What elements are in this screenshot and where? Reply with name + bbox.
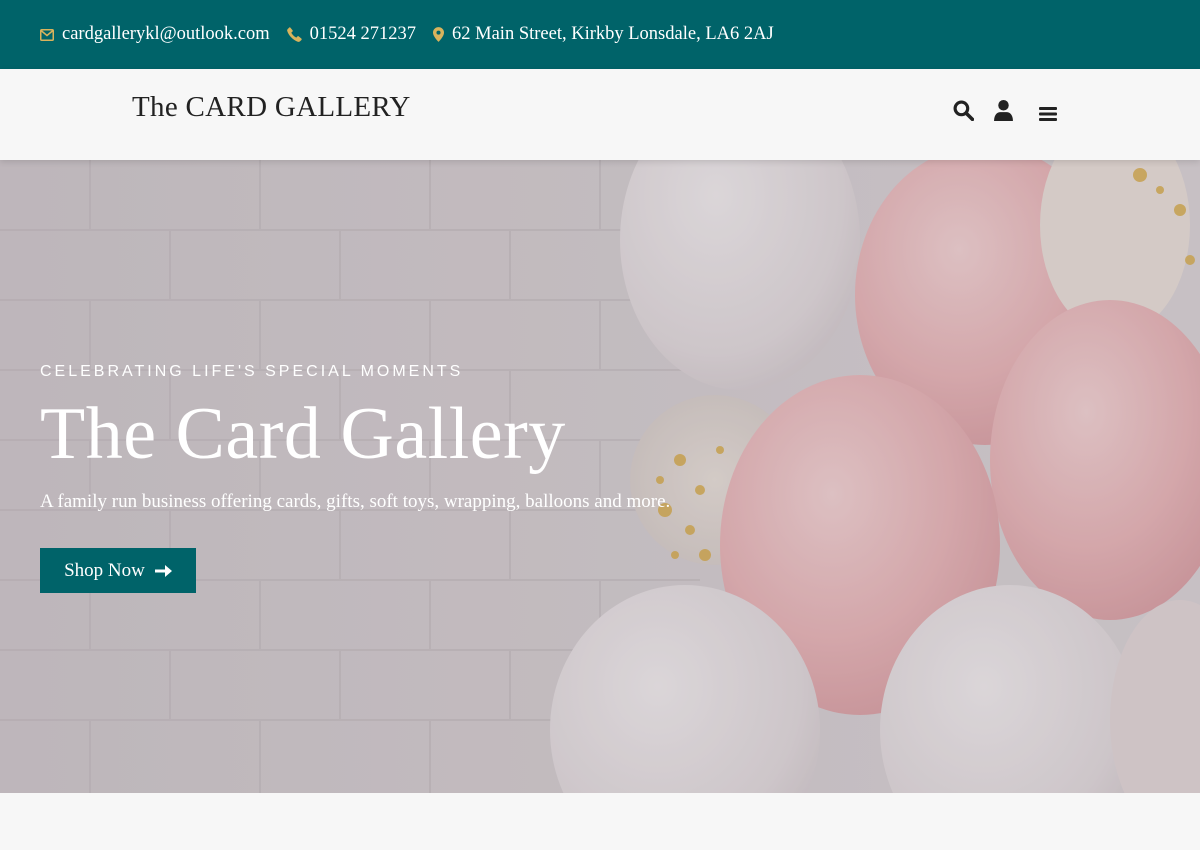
search-button[interactable] (951, 97, 975, 123)
hero-title: The Card Gallery (40, 393, 566, 475)
menu-button[interactable] (1037, 101, 1059, 127)
page-section-below-hero (0, 793, 1200, 850)
contact-phone-text: 01524 271237 (309, 24, 417, 44)
arrow-right-icon (154, 564, 172, 577)
site-header: The CARD GALLERY (0, 69, 1200, 160)
hero-content: CELEBRATING LIFE'S SPECIAL MOMENTS The C… (40, 160, 800, 793)
shop-now-label: Shop Now (64, 559, 145, 581)
hero-banner: CELEBRATING LIFE'S SPECIAL MOMENTS The C… (0, 160, 1200, 793)
map-pin-icon (433, 27, 445, 42)
site-logo[interactable]: The CARD GALLERY (132, 91, 411, 124)
hero-eyebrow: CELEBRATING LIFE'S SPECIAL MOMENTS (40, 363, 464, 380)
search-icon (953, 100, 974, 121)
envelope-icon (40, 28, 54, 41)
shop-now-button[interactable]: Shop Now (40, 548, 196, 593)
contact-address-text: 62 Main Street, Kirkby Lonsdale, LA6 2AJ (452, 24, 774, 44)
contact-email[interactable]: cardgallerykl@outlook.com (40, 24, 270, 45)
hero-subtitle: A family run business offering cards, gi… (40, 491, 671, 512)
contact-bar: cardgallerykl@outlook.com 01524 271237 6… (0, 0, 1200, 69)
phone-icon (286, 27, 302, 42)
contact-phone[interactable]: 01524 271237 (286, 24, 417, 45)
contact-email-text: cardgallerykl@outlook.com (62, 24, 270, 44)
account-button[interactable] (992, 97, 1014, 123)
contact-address[interactable]: 62 Main Street, Kirkby Lonsdale, LA6 2AJ (433, 24, 774, 45)
user-icon (993, 99, 1013, 121)
menu-icon (1039, 107, 1057, 121)
